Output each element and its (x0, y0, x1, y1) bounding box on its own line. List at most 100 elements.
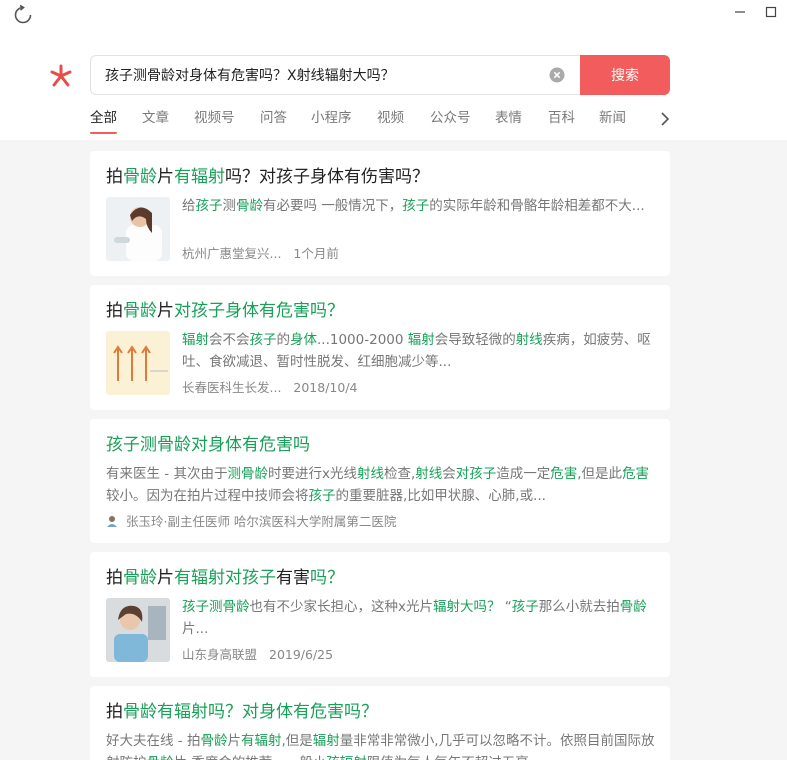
text-segment: 好大夫在线 - 拍 (106, 733, 201, 749)
highlighted-keyword: 有辐射对孩子 (174, 568, 276, 588)
radiation-image-icon (106, 331, 170, 395)
tab-mini-programs[interactable]: 小程序 (311, 108, 352, 136)
tabs-fade (645, 108, 655, 132)
result-title[interactable]: 孩子测骨龄对身体有危害吗 (106, 433, 310, 457)
result-thumbnail (106, 197, 170, 261)
search-input[interactable] (105, 56, 535, 94)
highlighted-keyword: 孩子 (511, 599, 539, 615)
clear-icon[interactable] (549, 67, 565, 83)
text-segment: 吗？对孩子身体有伤害吗？ (225, 167, 429, 187)
highlighted-keyword: 危害 (550, 466, 578, 482)
chevron-right-icon[interactable] (658, 110, 672, 128)
minimize-icon[interactable] (732, 4, 748, 20)
highlighted-keyword: 孩辐射 (326, 755, 367, 760)
tab-qa[interactable]: 问答 (260, 108, 287, 136)
result-card[interactable]: 孩子测骨龄对身体有危害吗 有来医生 - 其次由于测骨龄时要进行x光线射线检查,射… (90, 419, 670, 543)
text-segment: 片 (157, 301, 174, 321)
text-segment: 拍 (106, 702, 123, 722)
text-segment: 限值为每人每年不超过五毫 (367, 755, 529, 760)
result-date: 1个月前 (293, 246, 339, 261)
text-segment: 有害 (276, 568, 310, 588)
text-segment: ,但是 (281, 733, 313, 749)
text-segment: 造成一定 (496, 466, 551, 482)
text-segment: 必要吗 一般情况下， (276, 198, 403, 214)
highlighted-keyword: 骨龄 (200, 733, 228, 749)
refresh-icon[interactable] (12, 4, 34, 26)
text-segment: “ (500, 599, 512, 615)
text-segment: 检查, (383, 466, 416, 482)
text-segment: 会导致轻微的 (434, 332, 516, 348)
result-title[interactable]: 拍骨龄片对孩子身体有危害吗？ (106, 299, 344, 323)
highlighted-keyword: 射线 (356, 466, 384, 482)
highlighted-keyword: 骨龄 (147, 755, 174, 760)
highlighted-keyword: 辐射大吗？ (433, 599, 501, 615)
text-segment: 拍 (106, 167, 123, 187)
text-segment: 会 (442, 466, 456, 482)
result-author: 张玉玲·副主任医师 哈尔滨医科大学附属第二医院 (125, 514, 397, 529)
result-card[interactable]: 拍骨龄片对孩子身体有危害吗？ 辐射会不会孩子的身体...1000-2000 辐射… (90, 285, 670, 410)
search-header: 搜索 全部 文章 视频号 问答 小程序 视频 公众号 表情 百科 新闻 (0, 30, 787, 140)
tab-all[interactable]: 全部 (90, 108, 117, 136)
text-segment: 也有不少家长担心，这种x光片 (249, 599, 434, 615)
highlighted-keyword: 孩子 (249, 332, 277, 348)
text-segment: 时要进行x光线 (267, 466, 357, 482)
text-segment: 有 (263, 198, 277, 214)
text-segment: ,但是此 (577, 466, 623, 482)
text-segment: 测 (222, 198, 237, 214)
window-titlebar (0, 0, 787, 30)
highlighted-keyword: 骨龄 (123, 301, 157, 321)
result-snippet: 给孩子测骨龄有必要吗 一般情况下，孩子的实际年龄和骨骼年龄相差都不大... (182, 195, 654, 217)
text-segment: 片,季度会的推荐，一般小 (174, 755, 327, 760)
text-segment: 片... (182, 621, 209, 637)
highlighted-keyword: 骨龄有辐射吗？对身体有危害吗？ (123, 702, 378, 722)
tab-videos[interactable]: 视频 (377, 108, 404, 136)
text-segment: 片 (227, 733, 241, 749)
result-card[interactable]: 拍骨龄片有辐射吗？对孩子身体有伤害吗？ 给孩子测骨龄有必要吗 一般情况下，孩子的… (90, 151, 670, 276)
highlighted-keyword: 骨龄 (619, 599, 647, 615)
text-segment: 会不会 (209, 332, 250, 348)
text-segment: 有来医生 - 其次由于 (106, 466, 228, 482)
highlighted-keyword: 测骨龄 (227, 466, 268, 482)
text-segment: 的实际年龄和骨骼年龄相差都不大... (429, 198, 645, 214)
result-snippet: 辐射会不会孩子的身体...1000-2000 辐射会导致轻微的射线疾病，如疲劳、… (182, 329, 654, 373)
search-button[interactable]: 搜索 (580, 55, 670, 95)
highlighted-keyword: 骨龄 (123, 167, 157, 187)
highlighted-keyword: 骨龄 (123, 568, 157, 588)
text-segment: 的 (276, 332, 291, 348)
result-card[interactable]: 拍骨龄片有辐射对孩子有害吗？ 孩子测骨龄也有不少家长担心，这种x光片辐射大吗？ … (90, 552, 670, 677)
tab-articles[interactable]: 文章 (142, 108, 169, 136)
result-card[interactable]: 拍骨龄有辐射吗？对身体有危害吗？ 好大夫在线 - 拍骨龄片有辐射,但是辐射量非常… (90, 686, 670, 760)
result-snippet: 有来医生 - 其次由于测骨龄时要进行x光线射线检查,射线会对孩子造成一定危害,但… (106, 463, 656, 507)
highlighted-keyword: 对孩子 (455, 466, 497, 482)
highlighted-keyword: 辐射 (312, 733, 340, 749)
tab-news[interactable]: 新闻 (599, 108, 626, 136)
text-segment: 给 (182, 198, 196, 214)
doctor-avatar-icon (107, 516, 117, 527)
result-meta: 张玉玲·副主任医师 哈尔滨医科大学附属第二医院 (106, 513, 396, 531)
result-title[interactable]: 拍骨龄片有辐射吗？对孩子身体有伤害吗？ (106, 165, 429, 189)
tab-encyclopedia[interactable]: 百科 (548, 108, 575, 136)
result-date: 2018/10/4 (293, 380, 358, 395)
category-tabs: 全部 文章 视频号 问答 小程序 视频 公众号 表情 百科 新闻 (90, 108, 650, 138)
text-segment: 片 (157, 167, 174, 187)
highlighted-keyword: 射线 (515, 332, 543, 348)
tab-official-accounts[interactable]: 公众号 (430, 108, 471, 136)
result-thumbnail (106, 598, 170, 662)
result-title[interactable]: 拍骨龄有辐射吗？对身体有危害吗？ (106, 700, 378, 724)
highlighted-keyword: 孩子 (402, 198, 430, 214)
highlighted-keyword: 有辐射 (240, 733, 282, 749)
nurse-image-icon (106, 598, 170, 662)
highlighted-keyword: 吗？ (310, 568, 344, 588)
maximize-icon[interactable] (763, 4, 779, 20)
tab-channels[interactable]: 视频号 (194, 108, 235, 136)
text-segment: 的重要脏器,比如甲状腺、心肺,或... (335, 488, 546, 504)
text-segment: 较小。因为在拍片过程中技师会将 (106, 488, 309, 504)
result-title[interactable]: 拍骨龄片有辐射对孩子有害吗？ (106, 566, 344, 590)
result-meta: 山东身高联盟 2019/6/25 (182, 646, 333, 664)
result-source: 杭州广惠堂复兴... (182, 246, 282, 261)
text-segment: 拍 (106, 301, 123, 321)
result-source: 长春医科生长发... (182, 380, 282, 395)
highlighted-keyword: 危害 (622, 466, 650, 482)
tab-stickers[interactable]: 表情 (495, 108, 522, 136)
highlighted-keyword: 孩子测骨龄对身体有危害吗 (106, 435, 310, 455)
